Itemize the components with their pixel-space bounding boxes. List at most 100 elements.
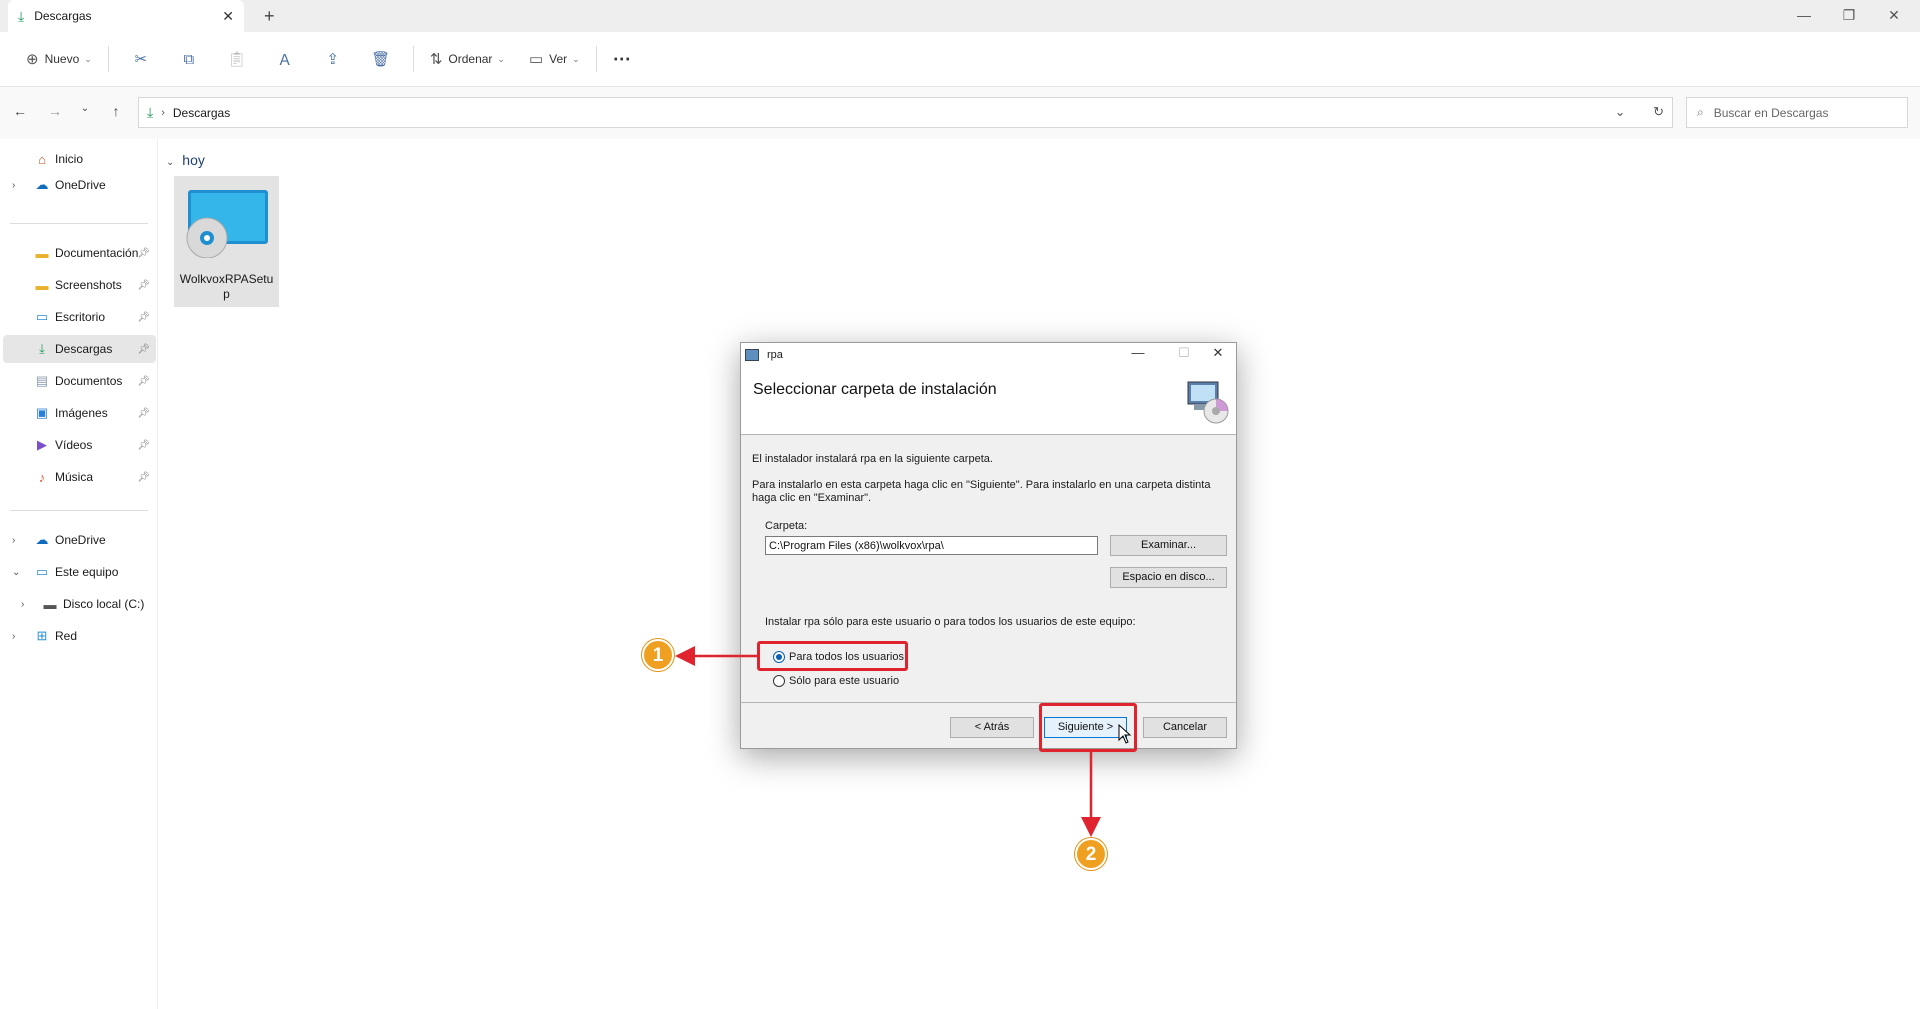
pin-icon: 📌︎ [137, 375, 150, 387]
new-button[interactable]: ⊕ Nuevo ⌄ [18, 43, 100, 75]
download-icon: ⤓ [18, 7, 25, 24]
sidebar-item-label: Escritorio [55, 310, 106, 324]
cloud-icon: ☁ [35, 532, 49, 547]
share-icon[interactable]: ⇪ [309, 50, 357, 68]
sort-button[interactable]: ⇅ Ordenar ⌄ [422, 43, 513, 75]
collapse-chevron-icon[interactable]: ⌄ [12, 567, 20, 578]
sidebar-item-imagenes[interactable]: ▣ Imágenes 📌︎ [0, 399, 156, 427]
disk-space-button[interactable]: Espacio en disco... [1110, 567, 1227, 588]
forward-arrow-icon[interactable]: → [43, 103, 67, 119]
rename-icon[interactable]: Ａ [261, 49, 309, 70]
sidebar-item-este-equipo[interactable]: ⌄ ▭ Este equipo [0, 558, 156, 586]
file-item[interactable]: WolkvoxRPASetup [174, 176, 279, 307]
tab-descargas[interactable]: ⤓ Descargas ✕ [8, 0, 244, 32]
sidebar-item-onedrive[interactable]: › ☁ OneDrive [0, 171, 156, 199]
sidebar-item-documentacion[interactable]: ▬ Documentación 📌︎ [0, 239, 156, 267]
sidebar-item-label: Documentos [55, 374, 123, 388]
view-button[interactable]: ▭ Ver ⌄ [521, 43, 588, 75]
dialog-heading: Seleccionar carpeta de instalación [753, 381, 997, 398]
dialog-title: rpa [767, 349, 783, 361]
copy-icon[interactable]: ⧉ [165, 51, 213, 68]
sidebar-item-label: Documentación [55, 246, 139, 260]
radio-this-user-label: Sólo para este usuario [789, 675, 900, 687]
restore-button[interactable]: ❐ [1829, 2, 1869, 28]
paste-icon[interactable]: 📋︎ [213, 50, 261, 68]
search-input[interactable]: ⌕ Buscar en Descargas [1686, 97, 1908, 128]
expand-chevron-icon[interactable]: › [12, 180, 15, 191]
expand-chevron-icon[interactable]: › [21, 599, 24, 610]
scope-question: Instalar rpa sólo para este usuario o pa… [765, 616, 1136, 628]
computer-icon: ▭ [35, 564, 49, 579]
delete-icon[interactable]: 🗑︎ [357, 50, 405, 68]
sidebar-item-label: Vídeos [55, 438, 93, 452]
minimize-button[interactable]: — [1784, 2, 1824, 28]
drive-icon: ▬ [43, 596, 57, 612]
folder-path-input[interactable] [765, 536, 1098, 555]
image-icon: ▣ [35, 405, 49, 420]
breadcrumb-chevron-icon: › [161, 106, 165, 119]
sidebar-item-musica[interactable]: ♪ Música 📌︎ [0, 463, 156, 491]
sidebar-item-screenshots[interactable]: ▬ Screenshots 📌︎ [0, 271, 156, 299]
up-arrow-icon[interactable]: ↑ [104, 103, 128, 119]
home-icon: ⌂ [38, 151, 46, 167]
radio-button[interactable] [773, 675, 785, 687]
more-options-button[interactable]: ⋯ [605, 43, 639, 75]
sidebar-item-label: Red [55, 629, 78, 643]
installer-dialog: rpa — ☐ ✕ Seleccionar carpeta de instala… [740, 342, 1237, 749]
plus-circle-icon: ⊕ [26, 51, 39, 68]
sidebar-item-red[interactable]: › ⊞ Red [0, 622, 156, 650]
folder-icon: ▬ [35, 277, 49, 293]
refresh-icon[interactable]: ↻ [1653, 104, 1664, 119]
sidebar-item-escritorio[interactable]: ▭ Escritorio 📌︎ [0, 303, 156, 331]
folder-icon: ▬ [35, 245, 49, 261]
cancel-button[interactable]: Cancelar [1143, 717, 1227, 738]
dialog-header: Seleccionar carpeta de instalación [741, 367, 1236, 435]
breadcrumb[interactable]: Descargas [173, 106, 230, 120]
divider [741, 702, 1236, 703]
sidebar-item-label: Imágenes [55, 406, 108, 420]
history-dropdown-icon[interactable]: ⌄ [1615, 104, 1626, 119]
app-icon [745, 349, 759, 361]
sidebar-item-documentos[interactable]: ▤ Documentos 📌︎ [0, 367, 156, 395]
dialog-minimize-button[interactable]: — [1123, 345, 1153, 360]
pin-icon: 📌︎ [137, 407, 150, 419]
computer-cd-icon [1187, 381, 1229, 424]
divider [412, 46, 414, 72]
step-marker-1: 1 [642, 639, 674, 671]
sidebar-item-inicio[interactable]: ⌂ Inicio [0, 145, 156, 173]
pin-icon: 📌︎ [137, 439, 150, 451]
sort-label: Ordenar [448, 52, 493, 66]
address-bar[interactable]: ⤓ › Descargas ⌄ ↻ [138, 97, 1673, 128]
pin-icon: 📌︎ [137, 343, 150, 355]
cut-icon[interactable]: ✂ [117, 50, 165, 68]
dialog-title-bar: rpa — ☐ ✕ [741, 343, 1236, 367]
radio-this-user[interactable]: Sólo para este usuario [773, 675, 899, 687]
network-icon: ⊞ [36, 628, 48, 643]
group-header[interactable]: ⌄ hoy [166, 152, 205, 168]
new-tab-button[interactable]: + [264, 6, 275, 27]
back-arrow-icon[interactable]: ← [8, 103, 32, 119]
sidebar-item-label: Este equipo [55, 565, 119, 579]
address-row: ← → ⌄ ↑ ⤓ › Descargas ⌄ ↻ ⌕ Buscar en De… [0, 87, 1920, 139]
sidebar-item-disco-local[interactable]: › ▬ Disco local (C:) [0, 590, 156, 618]
sidebar-item-label: Música [55, 470, 94, 484]
sidebar-item-descargas[interactable]: ⤓ Descargas 📌︎ [3, 335, 156, 363]
dialog-intro: El instalador instalará rpa en la siguie… [752, 453, 993, 465]
command-bar: ⊕ Nuevo ⌄ ✂ ⧉ 📋︎ Ａ ⇪ 🗑︎ ⇅ Ordenar ⌄ ▭ Ve… [0, 32, 1920, 87]
new-label: Nuevo [44, 52, 80, 66]
browse-button[interactable]: Examinar... [1110, 535, 1227, 556]
recent-chevron-icon[interactable]: ⌄ [73, 103, 97, 114]
highlight-box-all-users [757, 641, 908, 671]
close-window-button[interactable]: ✕ [1874, 2, 1914, 28]
dialog-close-button[interactable]: ✕ [1203, 345, 1233, 361]
sidebar-item-videos[interactable]: ▶ Vídeos 📌︎ [0, 431, 156, 459]
sidebar-item-label: OneDrive [55, 533, 106, 547]
back-button[interactable]: < Atrás [950, 717, 1034, 738]
tab-close-icon[interactable]: ✕ [222, 8, 234, 25]
pin-icon: 📌︎ [137, 247, 150, 259]
folder-label: Carpeta: [765, 520, 808, 532]
expand-chevron-icon[interactable]: › [12, 631, 15, 642]
sidebar-item-onedrive-2[interactable]: › ☁ OneDrive [0, 526, 156, 554]
expand-chevron-icon[interactable]: › [12, 535, 15, 546]
dialog-maximize-button[interactable]: ☐ [1169, 345, 1199, 361]
